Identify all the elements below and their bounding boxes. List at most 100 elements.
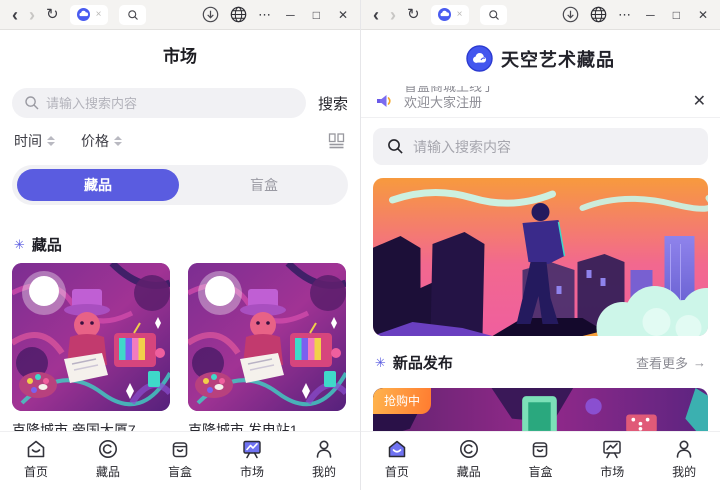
nav-label: 我的 bbox=[672, 463, 696, 480]
search-icon bbox=[24, 95, 40, 111]
nav-market[interactable]: 市场 bbox=[576, 432, 648, 490]
announcement-close-icon[interactable]: ✕ bbox=[693, 91, 706, 111]
brand-name: 天空艺术藏品 bbox=[501, 46, 615, 72]
nav-label: 市场 bbox=[240, 463, 264, 480]
home-icon bbox=[24, 437, 48, 461]
close-icon[interactable]: ✕ bbox=[698, 9, 708, 21]
section-star-icon: ✳ bbox=[14, 237, 25, 253]
maximize-icon[interactable]: □ bbox=[313, 9, 320, 21]
nav-blindbox[interactable]: 盲盒 bbox=[505, 432, 577, 490]
announcement-marquee[interactable]: 盲盒商城上线了 欢迎大家注册 bbox=[404, 86, 682, 116]
filter-row: 时间 价格 bbox=[14, 131, 346, 151]
nav-label: 盲盒 bbox=[528, 463, 552, 480]
layout-toggle-icon[interactable] bbox=[328, 133, 346, 149]
section-header-new: ✳ 新品发布 bbox=[375, 352, 453, 373]
search-icon bbox=[387, 138, 404, 155]
speaker-icon bbox=[375, 92, 393, 110]
forward-icon[interactable]: › bbox=[29, 6, 35, 24]
tab-collection[interactable]: 藏品 bbox=[17, 169, 179, 201]
nav-label: 藏品 bbox=[457, 463, 481, 480]
globe-icon[interactable] bbox=[230, 6, 247, 23]
page-title: 市场 bbox=[0, 42, 360, 67]
product-image[interactable] bbox=[12, 263, 170, 411]
globe-icon[interactable] bbox=[590, 6, 607, 23]
arrow-right-icon: → bbox=[693, 355, 706, 370]
toolbar-search-icon[interactable] bbox=[480, 5, 507, 25]
nav-collection[interactable]: 藏品 bbox=[72, 432, 144, 490]
product-card[interactable]: 克隆城市 帝国大厦7 bbox=[12, 263, 170, 440]
refresh-icon[interactable]: ↻ bbox=[46, 7, 59, 22]
search-input-wrap bbox=[12, 88, 306, 118]
browser-tab[interactable]: × bbox=[431, 5, 470, 25]
search-button[interactable]: 搜索 bbox=[318, 93, 348, 114]
profile-icon bbox=[312, 437, 336, 461]
sort-carets-icon bbox=[114, 136, 122, 146]
sale-status-badge: 抢购中 bbox=[373, 388, 431, 414]
tab-close-icon[interactable]: × bbox=[457, 9, 463, 20]
search-input[interactable] bbox=[12, 88, 306, 118]
minimize-icon[interactable]: ─ bbox=[646, 9, 655, 21]
refresh-icon[interactable]: ↻ bbox=[407, 7, 420, 22]
market-window: ‹ › ↻ × ⋯ ─ □ ✕ 市场 bbox=[0, 0, 360, 490]
sort-time[interactable]: 时间 bbox=[14, 131, 55, 151]
nav-collection[interactable]: 藏品 bbox=[433, 432, 505, 490]
view-more-link[interactable]: 查看更多 → bbox=[636, 353, 706, 372]
window-controls: ─ □ ✕ bbox=[646, 9, 708, 21]
nav-home-active[interactable]: 首页 bbox=[361, 432, 433, 490]
close-icon[interactable]: ✕ bbox=[338, 9, 348, 21]
brand-header: 天空艺术藏品 bbox=[361, 45, 720, 72]
tab-blindbox[interactable]: 盲盒 bbox=[180, 165, 348, 205]
view-more-label: 查看更多 bbox=[636, 353, 688, 372]
sort-price[interactable]: 价格 bbox=[81, 131, 122, 151]
maximize-icon[interactable]: □ bbox=[673, 9, 680, 21]
product-card[interactable]: 克隆城市 发电站1 bbox=[188, 263, 346, 440]
search-row: 搜索 bbox=[12, 88, 348, 118]
announcement-bar: 盲盒商城上线了 欢迎大家注册 ✕ bbox=[361, 84, 720, 118]
tab-close-icon[interactable]: × bbox=[96, 9, 102, 20]
nav-label: 我的 bbox=[312, 463, 336, 480]
tab-bar: 藏品 盲盒 bbox=[12, 165, 348, 205]
nav-blindbox[interactable]: 盲盒 bbox=[144, 432, 216, 490]
nav-market-active[interactable]: 市场 bbox=[216, 432, 288, 490]
browser-toolbar: ‹ › ↻ × ⋯ ─ □ ✕ bbox=[0, 0, 360, 30]
product-image[interactable] bbox=[188, 263, 346, 411]
toolbar-search-icon[interactable] bbox=[119, 5, 146, 25]
copyright-icon bbox=[457, 437, 481, 461]
section-star-icon: ✳ bbox=[375, 355, 386, 371]
nav-label: 首页 bbox=[24, 463, 48, 480]
nav-profile[interactable]: 我的 bbox=[648, 432, 720, 490]
search-input-wrap bbox=[373, 128, 708, 165]
more-menu-icon[interactable]: ⋯ bbox=[618, 8, 631, 21]
more-menu-icon[interactable]: ⋯ bbox=[258, 8, 271, 21]
download-icon[interactable] bbox=[562, 6, 579, 23]
hero-banner[interactable] bbox=[373, 178, 708, 336]
forward-icon[interactable]: › bbox=[390, 6, 396, 24]
nav-label: 市场 bbox=[600, 463, 624, 480]
cloud-favicon-icon bbox=[77, 8, 90, 21]
screen: ‹ › ↻ × ⋯ ─ □ ✕ 市场 bbox=[0, 0, 720, 490]
sort-time-label: 时间 bbox=[14, 131, 42, 151]
section-title: 新品发布 bbox=[393, 352, 453, 373]
browser-tab[interactable]: × bbox=[70, 5, 109, 25]
copyright-icon bbox=[96, 437, 120, 461]
minimize-icon[interactable]: ─ bbox=[286, 9, 295, 21]
profile-icon bbox=[672, 437, 696, 461]
nav-home[interactable]: 首页 bbox=[0, 432, 72, 490]
blindbox-icon bbox=[168, 437, 192, 461]
download-icon[interactable] bbox=[202, 6, 219, 23]
back-icon[interactable]: ‹ bbox=[12, 6, 18, 24]
sort-price-label: 价格 bbox=[81, 131, 109, 151]
nav-label: 盲盒 bbox=[168, 463, 192, 480]
blindbox-icon bbox=[528, 437, 552, 461]
sort-carets-icon bbox=[47, 136, 55, 146]
market-icon bbox=[600, 437, 624, 461]
home-icon bbox=[385, 437, 409, 461]
nav-profile[interactable]: 我的 bbox=[288, 432, 360, 490]
back-icon[interactable]: ‹ bbox=[373, 6, 379, 24]
announcement-line: 欢迎大家注册 bbox=[404, 95, 495, 111]
nav-label: 首页 bbox=[385, 463, 409, 480]
brand-cloud-logo-icon bbox=[466, 45, 493, 72]
market-icon bbox=[240, 437, 264, 461]
bottom-nav: 首页 藏品 盲盒 市场 我的 bbox=[0, 431, 360, 490]
search-input[interactable] bbox=[373, 128, 708, 165]
